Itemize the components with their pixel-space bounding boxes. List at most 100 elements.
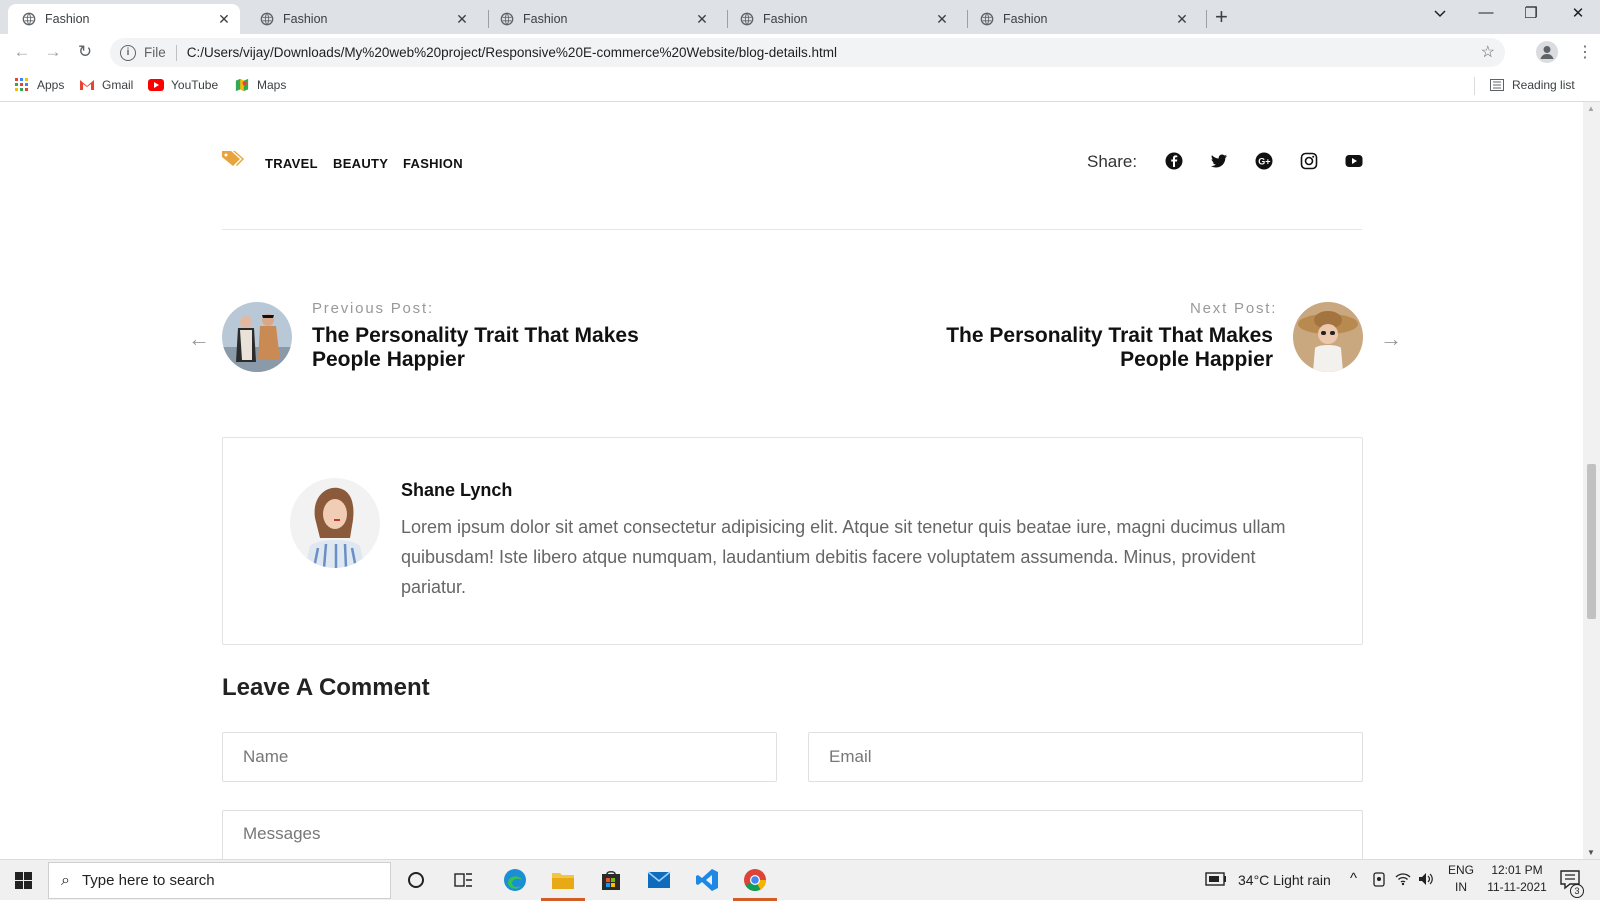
next-post-caption: Next Post:	[1190, 300, 1278, 317]
store-icon[interactable]	[598, 867, 624, 893]
tab-divider	[1206, 10, 1207, 28]
tag-beauty[interactable]: BEAUTY	[333, 156, 388, 171]
twitter-icon[interactable]	[1210, 152, 1228, 170]
instagram-icon[interactable]	[1300, 152, 1318, 170]
scrollbar-thumb[interactable]	[1587, 464, 1596, 619]
tab-title: Fashion	[45, 12, 90, 26]
profile-avatar-icon[interactable]	[1536, 41, 1558, 63]
bookmarks-bar: Apps Gmail YouTube Maps Reading list	[0, 70, 1600, 102]
globe-icon	[22, 12, 36, 26]
omnibox-divider	[175, 44, 177, 61]
clock-date: 11-11-2021	[1487, 880, 1547, 894]
next-post-thumbnail[interactable]	[1293, 302, 1363, 372]
address-bar[interactable]: i File C:/Users/vijay/Downloads/My%20web…	[110, 38, 1505, 67]
reading-list-label: Reading list	[1512, 78, 1575, 92]
weather-readout[interactable]: 34°C Light rain	[1238, 872, 1331, 888]
globe-icon	[500, 12, 514, 26]
page-content: TRAVEL BEAUTY FASHION Share: G+ ← Previo…	[0, 102, 1583, 859]
page-scrollbar[interactable]: ▲ ▼	[1583, 102, 1600, 859]
bookmark-apps[interactable]: Apps	[14, 78, 64, 92]
globe-icon	[980, 12, 994, 26]
close-tab-icon[interactable]: ✕	[454, 11, 470, 27]
svg-text:G+: G+	[1258, 157, 1270, 167]
file-explorer-icon[interactable]	[550, 867, 576, 893]
new-tab-button[interactable]: +	[1215, 6, 1228, 28]
browser-toolbar: ← → ↻ i File C:/Users/vijay/Downloads/My…	[0, 34, 1600, 70]
tab-title: Fashion	[763, 12, 808, 26]
maps-icon	[235, 78, 249, 92]
cortana-icon[interactable]	[403, 867, 429, 893]
reading-list-icon	[1490, 79, 1504, 91]
forward-icon[interactable]: →	[43, 42, 63, 62]
tab-search-icon[interactable]	[1425, 6, 1455, 23]
email-field[interactable]	[808, 732, 1363, 782]
gmail-icon	[80, 80, 94, 90]
close-tab-icon[interactable]: ✕	[694, 11, 710, 27]
menu-kebab-icon[interactable]: ⋮	[1577, 42, 1593, 62]
name-field[interactable]	[222, 732, 777, 782]
bookmark-label: Apps	[37, 78, 65, 92]
browser-tab[interactable]: Fashion ✕	[966, 4, 1198, 34]
youtube-icon[interactable]	[1345, 152, 1363, 170]
browser-tab[interactable]: Fashion ✕	[486, 4, 718, 34]
tab-title: Fashion	[523, 12, 568, 26]
close-tab-icon[interactable]: ✕	[216, 11, 232, 27]
taskbar-search-box[interactable]: ⌕ Type here to search	[48, 862, 391, 899]
apps-grid-icon	[15, 78, 28, 91]
comment-heading: Leave A Comment	[222, 674, 430, 701]
mail-icon[interactable]	[646, 867, 672, 893]
notification-count-badge: 3	[1570, 884, 1584, 898]
bookmark-gmail[interactable]: Gmail	[79, 78, 133, 92]
wifi-icon[interactable]	[1395, 872, 1411, 889]
bookmark-maps[interactable]: Maps	[234, 78, 286, 92]
volume-icon[interactable]	[1418, 872, 1434, 889]
close-tab-icon[interactable]: ✕	[1174, 11, 1190, 27]
globe-icon	[740, 12, 754, 26]
next-arrow-icon[interactable]: →	[1380, 326, 1402, 352]
language-bottom: IN	[1455, 880, 1467, 894]
previous-arrow-icon[interactable]: ←	[188, 326, 210, 352]
messages-field[interactable]	[222, 810, 1363, 859]
browser-tab[interactable]: Fashion ✕	[726, 4, 958, 34]
author-avatar	[290, 478, 380, 568]
chrome-icon[interactable]	[742, 867, 768, 893]
youtube-icon	[148, 79, 164, 91]
google-plus-icon[interactable]: G+	[1255, 152, 1273, 170]
next-post-title[interactable]: The Personality Trait That Makes People …	[933, 324, 1273, 372]
clock[interactable]: 12:01 PM 11-11-2021	[1478, 863, 1556, 894]
battery-saver-icon[interactable]	[1205, 872, 1227, 889]
language-top: ENG	[1447, 863, 1474, 877]
restore-icon[interactable]: ❐	[1516, 4, 1546, 22]
clock-time: 12:01 PM	[1491, 863, 1543, 877]
reading-list-button[interactable]: Reading list	[1490, 78, 1575, 92]
bookmark-youtube[interactable]: YouTube	[148, 78, 218, 92]
scroll-down-icon[interactable]: ▼	[1587, 848, 1595, 857]
window-close-icon[interactable]: ✕	[1563, 4, 1593, 22]
previous-post-title[interactable]: The Personality Trait That Makes People …	[312, 324, 652, 372]
bookmarks-divider	[1474, 77, 1475, 95]
tag-fashion[interactable]: FASHION	[403, 156, 463, 171]
close-tab-icon[interactable]: ✕	[934, 11, 950, 27]
back-icon[interactable]: ←	[12, 42, 32, 62]
reload-icon[interactable]: ↻	[75, 42, 95, 62]
task-view-icon[interactable]	[451, 867, 477, 893]
meet-now-icon[interactable]	[1372, 872, 1386, 891]
chevron-up-icon[interactable]: ^	[1350, 870, 1357, 887]
browser-tab[interactable]: Fashion ✕	[8, 4, 240, 34]
vscode-icon[interactable]	[694, 867, 720, 893]
info-icon[interactable]: i	[120, 44, 136, 61]
minimize-icon[interactable]: —	[1471, 4, 1501, 21]
scroll-up-icon[interactable]: ▲	[1587, 104, 1595, 113]
browser-tab[interactable]: Fashion ✕	[246, 4, 478, 34]
bookmark-star-icon[interactable]: ☆	[1481, 42, 1495, 62]
scheme-label: File	[144, 45, 166, 60]
windows-start-icon[interactable]	[15, 872, 32, 889]
previous-post-thumbnail[interactable]	[222, 302, 292, 372]
facebook-icon[interactable]	[1165, 152, 1183, 170]
bookmark-label: Gmail	[102, 78, 134, 92]
url-text[interactable]: C:/Users/vijay/Downloads/My%20web%20proj…	[187, 45, 837, 60]
tag-travel[interactable]: TRAVEL	[265, 156, 318, 171]
author-name[interactable]: Shane Lynch	[401, 480, 512, 501]
language-indicator[interactable]: ENG IN	[1446, 863, 1476, 894]
edge-browser-icon[interactable]	[502, 867, 528, 893]
